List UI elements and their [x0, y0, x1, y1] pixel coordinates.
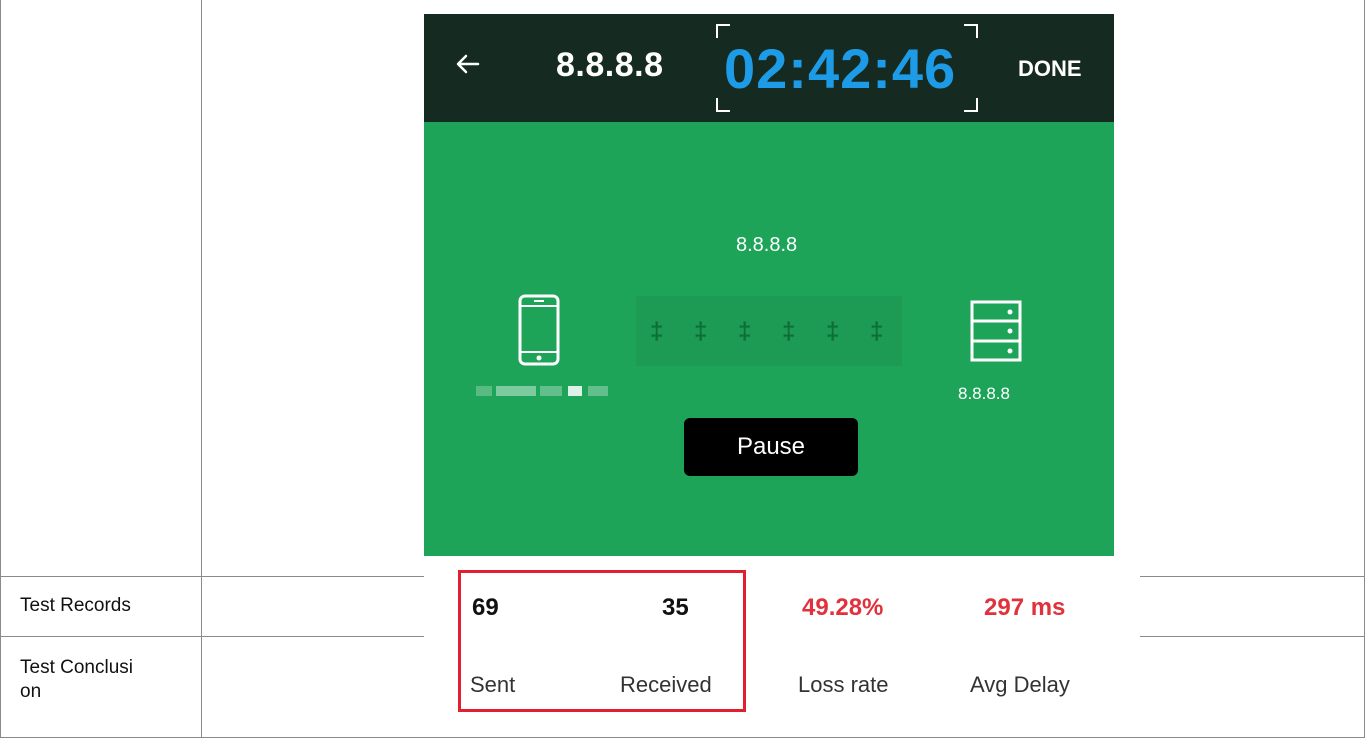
- timer-corner: [964, 98, 978, 112]
- blur-block: [568, 386, 582, 396]
- target-ip-title: 8.8.8.8: [556, 46, 664, 84]
- app-top-bar: 8.8.8.8 02:42:46 DONE: [424, 14, 1114, 122]
- row-divider-top: [0, 576, 424, 577]
- ping-test-screenshot: 8.8.8.8 02:42:46 DONE 8.8.8.8 ‡ ‡ ‡ ‡ ‡ ‡: [424, 14, 1114, 714]
- blur-block: [588, 386, 608, 396]
- avg-delay-value: 297 ms: [984, 594, 1066, 621]
- row-divider-top-right: [1140, 576, 1365, 577]
- arrow-left-icon[interactable]: [454, 50, 482, 78]
- packet-icon: ‡: [782, 318, 796, 345]
- table-column-divider: [201, 0, 202, 738]
- pause-button[interactable]: Pause: [684, 418, 858, 476]
- smartphone-icon: [518, 294, 560, 366]
- server-ip-label: 8.8.8.8: [958, 384, 1010, 403]
- packet-icon: ‡: [694, 318, 708, 345]
- table-left-border: [0, 0, 1, 738]
- packet-flow: ‡ ‡ ‡ ‡ ‡ ‡: [636, 296, 902, 366]
- elapsed-timer: 02:42:46: [716, 24, 978, 112]
- blur-block: [540, 386, 562, 396]
- sent-received-highlight: [458, 570, 746, 712]
- device-name-blurred: [476, 386, 612, 398]
- packet-icon: ‡: [650, 318, 664, 345]
- timer-corner: [964, 24, 978, 38]
- row-divider-middle-right: [1140, 636, 1365, 637]
- loss-rate-value: 49.28%: [802, 594, 884, 621]
- row-divider-middle: [0, 636, 424, 637]
- avg-delay-label: Avg Delay: [970, 672, 1070, 697]
- timer-value: 02:42:46: [724, 37, 957, 100]
- row-label-test-conclusion: Test Conclusi on: [20, 657, 133, 702]
- center-ip-label: 8.8.8.8: [736, 234, 798, 256]
- row-label-test-records: Test Records: [20, 595, 131, 616]
- loss-rate-label: Loss rate: [798, 672, 889, 697]
- packet-icon: ‡: [826, 318, 840, 345]
- packet-icon: ‡: [870, 318, 884, 345]
- blur-block: [496, 386, 536, 396]
- done-button[interactable]: DONE: [1018, 56, 1082, 82]
- packet-icon: ‡: [738, 318, 752, 345]
- server-icon: [970, 300, 1022, 362]
- blur-block: [476, 386, 492, 396]
